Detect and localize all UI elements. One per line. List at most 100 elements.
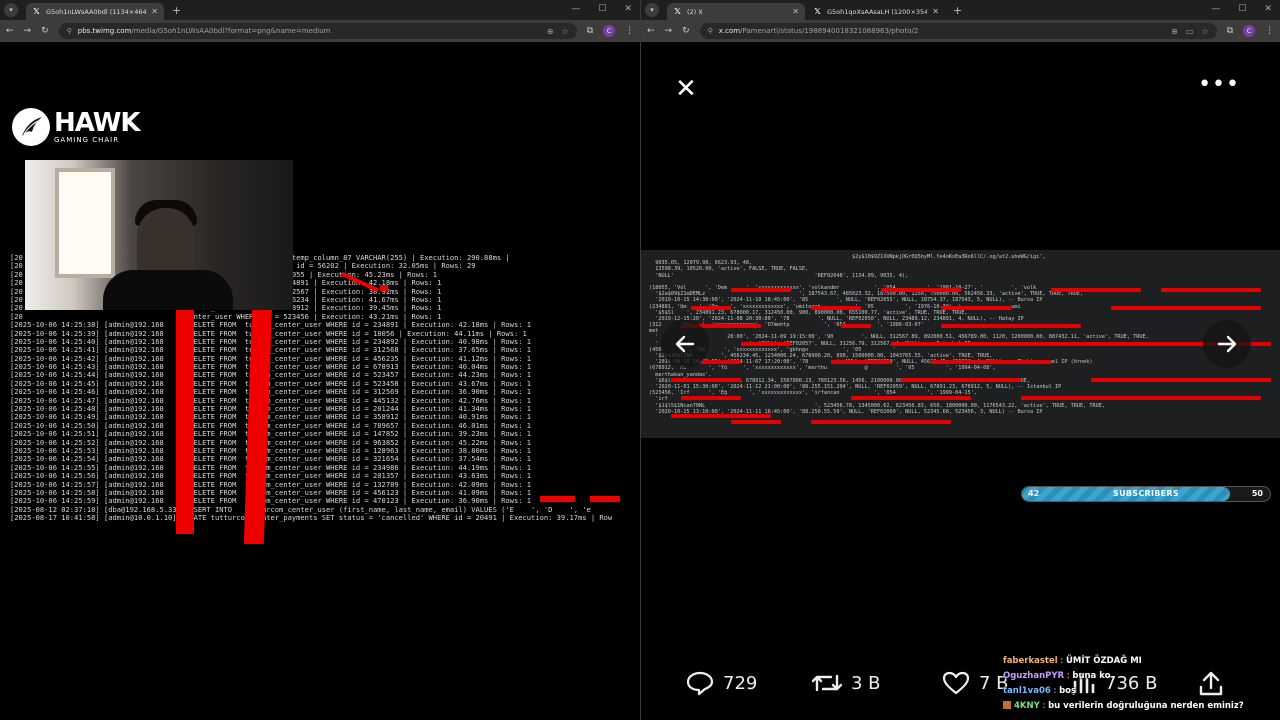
redaction-stroke: [731, 288, 791, 292]
tab-close-icon[interactable]: ✕: [932, 7, 939, 16]
chat-username: faberkastel: [1003, 656, 1058, 666]
redaction-stroke: [671, 414, 771, 418]
chat-text: ÜMİT ÖZDAĞ MI: [1065, 656, 1142, 666]
maximize-icon[interactable]: ☐: [598, 4, 606, 14]
tab-image-2[interactable]: 𝕏 G5oh1qoXsAAsaLH (1200×354) ✕: [807, 3, 945, 20]
redaction-stroke: [681, 396, 741, 400]
reload-icon[interactable]: ↻: [41, 26, 49, 36]
minimize-icon[interactable]: —: [571, 4, 580, 14]
site-info-icon[interactable]: ⚲: [708, 27, 713, 35]
profile-avatar[interactable]: C: [603, 25, 615, 37]
back-icon[interactable]: ←: [647, 26, 655, 36]
url-path: /media/G5oh1nLWsAA0bdl?format=png&name=m…: [131, 27, 331, 35]
tab-title: G5oh1qoXsAAsaLH (1200×354): [827, 7, 928, 16]
redaction-stroke: [901, 378, 1021, 382]
redaction-stroke: [811, 306, 861, 310]
previous-photo-button[interactable]: [661, 320, 709, 368]
terminal-line: [2025-10-06 14:25:45] [admin@192.168 DEL…: [10, 379, 532, 388]
profile-avatar[interactable]: C: [1243, 25, 1255, 37]
tab-image[interactable]: 𝕏 G5oh1nLWsAA0bdl (1134×464) ✕: [26, 3, 164, 20]
redaction-stroke: [691, 306, 731, 310]
chat-username: OguzhanPYR: [1003, 671, 1065, 681]
back-icon[interactable]: ←: [6, 26, 14, 36]
forward-icon[interactable]: →: [24, 26, 32, 36]
address-bar[interactable]: ⚲ x.com/Pamenarti/status/198894001832108…: [699, 23, 1217, 39]
redaction-stroke: [841, 324, 871, 328]
forward-icon[interactable]: →: [665, 26, 673, 36]
url-host: x.com: [718, 27, 741, 35]
x-favicon-icon: 𝕏: [814, 7, 821, 16]
url-path: /Pamenarti/status/1988940018321088963/ph…: [740, 27, 919, 35]
chat-badge-icon: [1003, 701, 1011, 709]
redaction-stroke: [731, 420, 781, 424]
new-tab-button[interactable]: +: [953, 4, 962, 17]
zoom-icon[interactable]: ⊕: [547, 27, 554, 36]
redaction-stroke: [1051, 288, 1141, 292]
window-close-icon[interactable]: ✕: [1264, 4, 1272, 14]
brand-name: HAWK: [54, 108, 141, 138]
terminal-line: [2025-10-06 14:25:49] [admin@192.168 DEL…: [10, 413, 532, 422]
redaction-stroke: [941, 324, 1081, 328]
right-tab-strip: ▾ 𝕏 (2) X ✕ 𝕏 G5oh1qoXsAAsaLH (1200×354)…: [641, 0, 1280, 20]
tab-x-post[interactable]: 𝕏 (2) X ✕: [667, 3, 805, 20]
url-host: pbs.twimg.com: [77, 27, 132, 35]
terminal-line: [2025-10-06 14:25:57] [admin@192.168 DEL…: [10, 480, 532, 489]
window-close-icon[interactable]: ✕: [624, 4, 632, 14]
cast-icon[interactable]: ▭: [1186, 27, 1194, 36]
tab-search-button[interactable]: ▾: [4, 3, 18, 17]
menu-kebab-icon[interactable]: ⋮: [1265, 26, 1274, 36]
minimize-icon[interactable]: —: [1211, 4, 1220, 14]
x-favicon-icon: 𝕏: [674, 7, 681, 16]
chat-message: faberkastel : ÜMİT ÖZDAĞ MI: [1003, 656, 1142, 666]
terminal-line: [2025-10-06 14:25:54] [admin@192.168 DEL…: [10, 455, 532, 464]
left-toolbar: ← → ↻ ⚲ pbs.twimg.com/media/G5oh1nLWsAA0…: [0, 20, 640, 42]
reply-button[interactable]: 729: [685, 670, 757, 696]
repost-icon: [811, 674, 843, 692]
chat-text: boş: [1059, 686, 1077, 696]
address-bar[interactable]: ⚲ pbs.twimg.com/media/G5oh1nLWsAA0bdl?fo…: [58, 23, 577, 39]
subscriber-label: SUBSCRIBERS: [1113, 489, 1179, 498]
chat-text: buna ko: [1072, 671, 1111, 681]
terminal-line: [2025-10-06 14:25:52] [admin@192.168 DEL…: [10, 438, 532, 447]
right-browser-window: ▾ 𝕏 (2) X ✕ 𝕏 G5oh1qoXsAAsaLH (1200×354)…: [641, 0, 1280, 720]
maximize-icon[interactable]: ☐: [1238, 4, 1246, 14]
redaction-stroke: [1111, 306, 1261, 310]
left-tab-strip: ▾ 𝕏 G5oh1nLWsAA0bdl (1134×464) ✕ + — ☐ ✕: [0, 0, 640, 20]
tab-search-button[interactable]: ▾: [645, 3, 659, 17]
sql-dump-photo: $2y$10$9Z1XUNpkjOGr0Q5byMl.Ye4oKoEa3Ro6l…: [641, 250, 1280, 438]
more-options-icon[interactable]: •••: [1198, 74, 1240, 96]
terminal-line: [2025-10-06 14:25:43] [admin@192.168 DEL…: [10, 363, 532, 372]
terminal-line: [2025-10-06 14:25:48] [admin@192.168 DEL…: [10, 405, 532, 414]
terminal-line: [2025-10-06 14:25:42] [admin@192.168 DEL…: [10, 354, 532, 363]
close-icon[interactable]: ✕: [675, 76, 697, 102]
redaction-stroke: [540, 496, 575, 502]
terminal-line: [2025-10-06 14:25:44] [admin@192.168 DEL…: [10, 371, 532, 380]
redaction-stroke: [741, 342, 791, 346]
terminal-line: [2025-10-06 14:25:38] [admin@192.168 DEL…: [10, 321, 532, 330]
terminal-line: [2025-10-06 14:25:39] [admin@192.168 DEL…: [10, 329, 527, 338]
terminal-line: [2025-10-06 14:25:53] [admin@192.168 DEL…: [10, 446, 532, 455]
reply-icon: [686, 671, 714, 696]
terminal-line: [2025-10-06 14:25:41] [admin@192.168 DEL…: [10, 346, 532, 355]
extensions-icon[interactable]: ⧉: [1227, 26, 1233, 36]
arrow-left-icon: [675, 335, 695, 353]
redaction-stroke: [701, 360, 741, 364]
menu-kebab-icon[interactable]: ⋮: [625, 26, 634, 36]
reload-icon[interactable]: ↻: [682, 26, 690, 36]
redaction-stroke: [1161, 288, 1261, 292]
chat-text: bu verilerin doğruluğuna nerden eminiz?: [1048, 701, 1244, 711]
repost-button[interactable]: 3 B: [811, 670, 881, 696]
tab-close-icon[interactable]: ✕: [151, 7, 158, 16]
redaction-stroke: [176, 304, 194, 534]
extensions-icon[interactable]: ⧉: [587, 26, 593, 36]
zoom-icon[interactable]: ⊕: [1171, 27, 1178, 36]
next-photo-button[interactable]: [1203, 320, 1251, 368]
hawk-feather-icon: [12, 108, 50, 146]
redaction-stroke: [851, 396, 971, 400]
tab-close-icon[interactable]: ✕: [792, 7, 799, 16]
site-info-icon[interactable]: ⚲: [67, 27, 72, 35]
bookmark-star-icon[interactable]: ☆: [1201, 27, 1208, 36]
new-tab-button[interactable]: +: [172, 4, 181, 17]
bookmark-star-icon[interactable]: ☆: [561, 27, 568, 36]
like-button[interactable]: 7 B: [941, 670, 1009, 696]
